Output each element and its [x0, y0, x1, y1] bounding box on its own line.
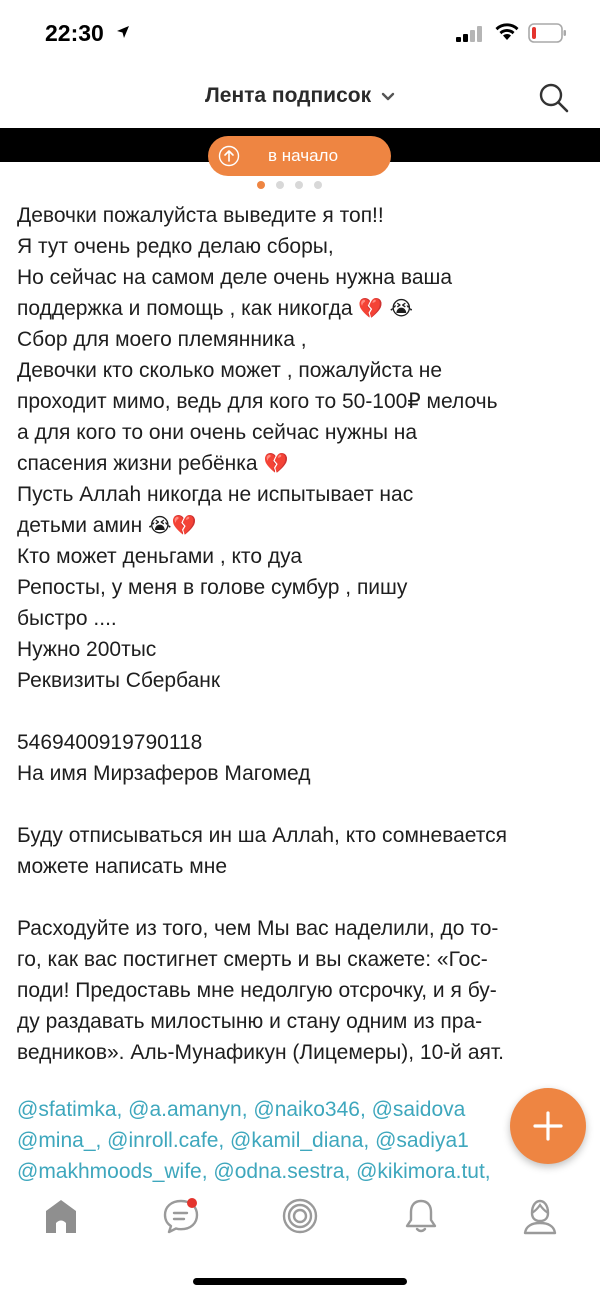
post-line: проходит мимо, ведь для кого то 50-100₽ … [17, 390, 498, 413]
scroll-to-top-label: в начало [268, 146, 339, 165]
post-line: Расходуйте из того, чем Мы вас наделили,… [17, 917, 499, 940]
broken-heart-emoji: 💔 [263, 451, 289, 475]
carousel-dot-active [257, 181, 265, 189]
post-line: Девочки пожалуйста выведите я топ!! [17, 204, 384, 227]
post-line: Девочки кто сколько может , пожалуйста н… [17, 359, 443, 382]
wifi-icon [494, 22, 520, 47]
page-title: Лента подписок [205, 84, 372, 107]
status-bar: 22:30 [0, 0, 600, 68]
status-time: 22:30 [45, 20, 104, 46]
post-spacer [17, 789, 587, 820]
post-line: Репосты, у меня в голове сумбур , пишу [17, 576, 408, 599]
post-line: Но сейчас на самом деле очень нужна ваша [17, 266, 453, 289]
target-icon [280, 1198, 320, 1240]
post-line: Нужно 200тыс [17, 638, 157, 661]
profile-icon [520, 1199, 560, 1240]
post-line: быстро .... [17, 607, 117, 630]
post-line: Реквизиты Сбербанк [17, 669, 221, 692]
crying-broken-heart-emoji: 😭💔 [148, 513, 197, 537]
post-line: Сбор для моего племянника , [17, 328, 307, 351]
nav-home[interactable] [41, 1196, 81, 1236]
create-post-button[interactable] [510, 1088, 586, 1164]
app-header: Лента подписок [0, 68, 600, 128]
card-number: 5469400919790118 [17, 731, 203, 754]
post-spacer [17, 696, 587, 727]
post-line: а для кого то они очень сейчас нужны на [17, 421, 418, 444]
mention-links[interactable]: @mina_, @inroll.cafe, @kamil_diana, @sad… [17, 1125, 587, 1156]
chat-bubble-icon [161, 1199, 201, 1240]
nav-discover[interactable] [280, 1196, 320, 1236]
nav-messages[interactable] [161, 1196, 201, 1236]
post-line: Кто может деньгами , кто дуа [17, 545, 303, 568]
nav-profile[interactable] [520, 1196, 560, 1236]
post-line: Пусть Аллаh никогда не испытывает нас [17, 483, 414, 506]
mentions-list: @sfatimka, @a.amanyn, @naiko346, @saidov… [17, 1094, 587, 1187]
post-line: спасения жизни ребёнка 💔 [17, 451, 289, 475]
post-line: Буду отписываться ин ша Аллаh, кто сомне… [17, 824, 507, 847]
carousel-dot [276, 181, 284, 189]
search-icon[interactable] [538, 82, 570, 119]
cellular-signal-icon [456, 26, 484, 47]
post-line: можете написать мне [17, 855, 228, 878]
post-line: ду раздавать милостыню и стану одним из … [17, 1010, 483, 1033]
mention-links[interactable]: @sfatimka, @a.amanyn, @naiko346, @saidov… [17, 1094, 587, 1125]
post-line: го, как вас постигнет смерть и вы скажет… [17, 948, 488, 971]
bottom-nav [0, 1184, 600, 1254]
post-line: поди! Предоставь мне недолгую отсрочку, … [17, 979, 497, 1002]
plus-icon [533, 1111, 563, 1146]
post-line: ведников». Аль-Мунафикун (Лицемеры), 10-… [17, 1041, 505, 1064]
mention-links[interactable]: @makhmoods_wife, @odna.sestra, @kikimora… [17, 1156, 587, 1187]
location-arrow-icon [116, 25, 130, 44]
post-line: На имя Мирзаферов Магомед [17, 762, 311, 785]
bell-icon [401, 1199, 441, 1240]
nav-notifications[interactable] [401, 1196, 441, 1236]
feed-selector[interactable]: Лента подписок [0, 84, 600, 108]
post-line: поддержка и помощь , как никогда 💔 😭 [17, 296, 414, 320]
scroll-to-top-button[interactable]: в начало [208, 136, 391, 176]
arrow-up-circle-icon [218, 145, 240, 172]
broken-heart-crying-emoji: 💔 😭 [358, 296, 414, 320]
home-icon [41, 1200, 81, 1240]
unread-badge [187, 1198, 197, 1208]
chevron-down-icon [381, 84, 395, 108]
carousel-dot [295, 181, 303, 189]
post-body: Девочки пожалуйста выведите я топ!! Я ту… [17, 200, 587, 1068]
carousel-dot [314, 181, 322, 189]
post-line: Я тут очень редко делаю сборы, [17, 235, 334, 258]
post-spacer [17, 882, 587, 913]
battery-icon [528, 22, 568, 49]
home-indicator[interactable] [193, 1278, 407, 1285]
post-line: детьми амин 😭💔 [17, 513, 197, 537]
